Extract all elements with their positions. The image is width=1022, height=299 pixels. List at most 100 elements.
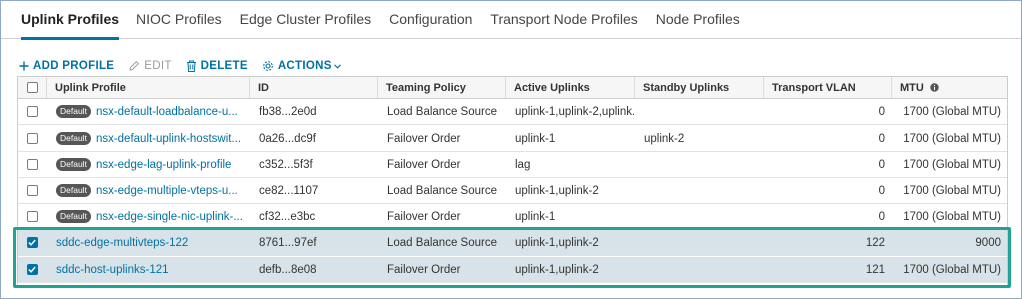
row-select-cell bbox=[18, 152, 46, 177]
row-checkbox[interactable] bbox=[26, 237, 38, 248]
cell-standby-uplinks bbox=[634, 230, 763, 255]
cell-teaming-policy: Load Balance Source bbox=[387, 105, 497, 118]
select-all-checkbox[interactable] bbox=[26, 82, 38, 93]
default-badge: Default bbox=[56, 184, 91, 197]
cell-active-uplinks: lag bbox=[515, 158, 531, 171]
profile-name-link[interactable]: sddc-edge-multivteps-122 bbox=[56, 237, 188, 249]
profile-name-link[interactable]: nsx-edge-lag-uplink-profile bbox=[96, 159, 232, 171]
row-checkbox[interactable] bbox=[26, 211, 38, 222]
table-row[interactable]: sddc-host-uplinks-121 defb...8e08 Failover… bbox=[18, 257, 1007, 283]
tab-uplink-profiles[interactable]: Uplink Profiles bbox=[21, 1, 120, 40]
cell-id: cf32...e3bc bbox=[259, 210, 316, 223]
cell-standby-uplinks bbox=[634, 257, 763, 282]
cell-teaming-policy: Failover Order bbox=[387, 263, 461, 276]
tab-edge-cluster-profiles[interactable]: Edge Cluster Profiles bbox=[240, 1, 372, 39]
column-header-standby-uplinks[interactable]: Standby Uplinks bbox=[634, 77, 763, 98]
trash-icon bbox=[186, 60, 197, 72]
row-checkbox[interactable] bbox=[26, 133, 38, 144]
cell-teaming-policy: Failover Order bbox=[387, 132, 461, 145]
cell-transport-vlan: 0 bbox=[878, 132, 885, 145]
cell-id: defb...8e08 bbox=[259, 263, 317, 276]
cell-active-uplinks: uplink-1 bbox=[515, 210, 556, 223]
cell-active-uplinks: uplink-1,uplink-2 bbox=[515, 236, 599, 249]
cell-mtu: 1700 (Global MTU) bbox=[903, 158, 1001, 171]
default-badge: Default bbox=[56, 132, 91, 145]
actions-dropdown[interactable]: ACTIONS bbox=[262, 60, 345, 72]
cell-mtu: 1700 (Global MTU) bbox=[903, 210, 1001, 223]
cell-teaming-policy: Load Balance Source bbox=[387, 236, 497, 249]
table-row[interactable]: sddc-edge-multivteps-122 8761...97ef Load … bbox=[18, 230, 1007, 256]
profile-name-link[interactable]: nsx-edge-multiple-vteps-u... bbox=[96, 185, 238, 197]
cell-active-uplinks: uplink-1,uplink-2 bbox=[515, 263, 599, 276]
tab-node-profiles[interactable]: Node Profiles bbox=[656, 1, 740, 39]
column-header-mtu-label: MTU bbox=[900, 81, 924, 94]
row-select-cell bbox=[18, 178, 46, 203]
cell-uplink-profile: Default nsx-default-loadbalance-u... bbox=[46, 99, 249, 124]
actions-label: ACTIONS bbox=[277, 60, 332, 72]
check-icon bbox=[28, 239, 36, 246]
tab-transport-node-profiles[interactable]: Transport Node Profiles bbox=[490, 1, 637, 39]
row-checkbox[interactable] bbox=[26, 185, 38, 196]
cell-id: c352...5f3f bbox=[259, 158, 313, 171]
cell-mtu: 1700 (Global MTU) bbox=[903, 263, 1001, 276]
cell-uplink-profile: Default nsx-default-uplink-hostswit... bbox=[46, 126, 249, 151]
cell-teaming-policy: Failover Order bbox=[387, 158, 461, 171]
cell-active-uplinks: uplink-1 bbox=[515, 132, 556, 145]
row-checkbox[interactable] bbox=[26, 264, 38, 275]
cell-transport-vlan: 121 bbox=[865, 263, 885, 276]
table-row[interactable]: Default nsx-edge-multiple-vteps-u... ce82.… bbox=[18, 178, 1007, 204]
row-select-cell bbox=[18, 126, 46, 151]
column-header-id[interactable]: ID bbox=[249, 77, 377, 98]
cell-transport-vlan: 0 bbox=[878, 158, 885, 171]
chevron-down-icon bbox=[333, 63, 341, 69]
cell-teaming-policy: Load Balance Source bbox=[387, 184, 497, 197]
row-checkbox[interactable] bbox=[26, 106, 38, 117]
cell-id: 0a26...dc9f bbox=[259, 132, 316, 145]
default-badge: Default bbox=[56, 210, 91, 223]
cell-active-uplinks: uplink-1,uplink-2 bbox=[515, 184, 599, 197]
cell-id: fb38...2e0d bbox=[259, 105, 317, 118]
profile-name-link[interactable]: nsx-edge-single-nic-uplink-... bbox=[96, 211, 243, 223]
profile-name-link[interactable]: nsx-default-loadbalance-u... bbox=[96, 106, 238, 118]
cell-transport-vlan: 0 bbox=[878, 210, 885, 223]
check-icon bbox=[28, 266, 36, 273]
column-header-transport-vlan[interactable]: Transport VLAN bbox=[763, 77, 891, 98]
delete-button[interactable]: DELETE bbox=[186, 60, 248, 72]
table-row[interactable]: Default nsx-default-loadbalance-u... fb38.… bbox=[18, 99, 1007, 125]
cell-id: 8761...97ef bbox=[259, 236, 317, 249]
table-row[interactable]: Default nsx-edge-lag-uplink-profile c352..… bbox=[18, 152, 1007, 178]
add-profile-button[interactable]: ADD PROFILE bbox=[19, 60, 114, 72]
column-header-teaming-policy[interactable]: Teaming Policy bbox=[377, 77, 505, 98]
cell-mtu: 1700 (Global MTU) bbox=[903, 184, 1001, 197]
tab-nioc-profiles[interactable]: NIOC Profiles bbox=[136, 1, 222, 39]
uplink-profiles-page: Uplink Profiles NIOC Profiles Edge Clust… bbox=[0, 0, 1022, 299]
cell-standby-uplinks bbox=[634, 152, 763, 177]
tab-configuration[interactable]: Configuration bbox=[389, 1, 472, 39]
cell-uplink-profile: Default nsx-edge-lag-uplink-profile bbox=[46, 152, 249, 177]
info-icon[interactable] bbox=[930, 83, 939, 92]
cell-uplink-profile: sddc-host-uplinks-121 bbox=[46, 257, 249, 282]
column-header-mtu[interactable]: MTU bbox=[891, 77, 1007, 98]
column-header-uplink-profile[interactable]: Uplink Profile bbox=[46, 77, 249, 98]
row-select-cell bbox=[18, 99, 46, 124]
profile-name-link[interactable]: nsx-default-uplink-hostswit... bbox=[96, 133, 241, 145]
edit-button[interactable]: EDIT bbox=[128, 60, 171, 72]
default-badge: Default bbox=[56, 105, 91, 118]
table-row[interactable]: Default nsx-default-uplink-hostswit... 0a2… bbox=[18, 126, 1007, 152]
profile-tabs: Uplink Profiles NIOC Profiles Edge Clust… bbox=[1, 1, 1021, 40]
column-header-active-uplinks[interactable]: Active Uplinks bbox=[505, 77, 634, 98]
table-row[interactable]: Default nsx-edge-single-nic-uplink-... cf3… bbox=[18, 204, 1007, 230]
plus-icon bbox=[19, 61, 29, 71]
default-badge: Default bbox=[56, 158, 91, 171]
cell-uplink-profile: Default nsx-edge-multiple-vteps-u... bbox=[46, 178, 249, 203]
cell-transport-vlan: 0 bbox=[878, 184, 885, 197]
edit-label: EDIT bbox=[144, 60, 172, 72]
cell-mtu: 1700 (Global MTU) bbox=[903, 132, 1001, 145]
cell-transport-vlan: 0 bbox=[878, 105, 885, 118]
cell-teaming-policy: Failover Order bbox=[387, 210, 461, 223]
cell-id: ce82...1107 bbox=[259, 184, 319, 197]
cell-transport-vlan: 122 bbox=[865, 236, 885, 249]
profile-name-link[interactable]: sddc-host-uplinks-121 bbox=[56, 264, 169, 276]
pencil-icon bbox=[128, 60, 140, 72]
row-checkbox[interactable] bbox=[26, 159, 38, 170]
